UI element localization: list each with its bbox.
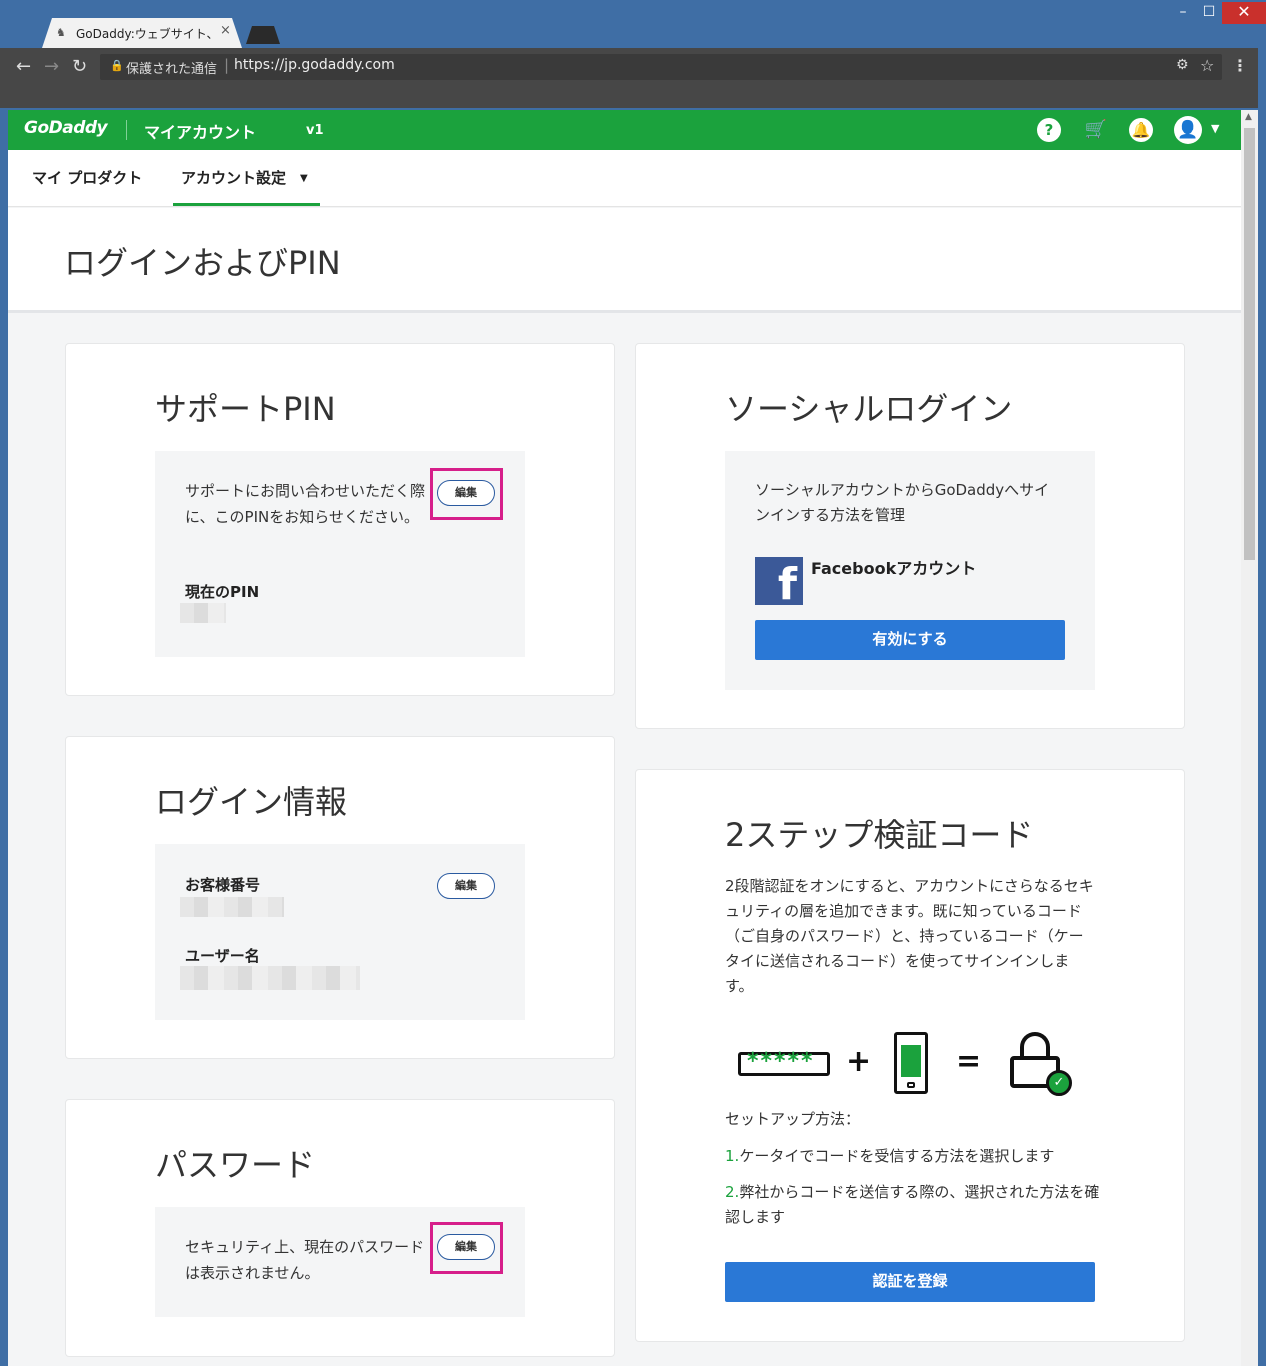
login-info-panel: お客様番号 編集 ユーザー名 bbox=[155, 844, 525, 1020]
browser-menu-icon[interactable]: ⋮ bbox=[1232, 56, 1248, 75]
support-pin-panel: サポートにお問い合わせいただく際に、このPINをお知らせください。 編集 現在の… bbox=[155, 451, 525, 657]
url-separator: | bbox=[224, 56, 230, 74]
tab-title: GoDaddy:ウェブサイト、ホ bbox=[76, 27, 216, 41]
extension-icon[interactable]: ⚙ bbox=[1176, 57, 1189, 73]
forward-arrow-icon[interactable]: → bbox=[44, 56, 59, 77]
password-panel: セキュリティ上、現在のパスワードは表示されません。 編集 bbox=[155, 1207, 525, 1317]
customer-number-label: お客様番号 bbox=[185, 876, 261, 894]
chevron-down-icon[interactable]: ▼ bbox=[300, 173, 308, 184]
password-description: セキュリティ上、現在のパスワードは表示されません。 bbox=[185, 1238, 425, 1282]
version-label: v1 bbox=[306, 123, 324, 138]
support-pin-card: サポートPIN サポートにお問い合わせいただく際に、このPINをお知らせください… bbox=[65, 343, 615, 696]
page-title-band: ログインおよびPIN bbox=[8, 208, 1241, 313]
godaddy-header: GoDaddy マイアカウント v1 ? 🛒 🔔 👤 ▼ bbox=[8, 110, 1241, 150]
nav-my-products[interactable]: マイ プロダクト bbox=[32, 167, 142, 188]
support-pin-edit-button[interactable]: 編集 bbox=[437, 480, 495, 506]
login-info-card: ログイン情報 お客様番号 編集 ユーザー名 bbox=[65, 736, 615, 1059]
active-nav-underline bbox=[173, 203, 320, 206]
padlock-check-icon: ✓ bbox=[1006, 1032, 1076, 1096]
url-text[interactable]: https://jp.godaddy.com bbox=[234, 57, 395, 73]
window-titlebar: ♞ GoDaddy:ウェブサイト、ホ × – ☐ ✕ bbox=[0, 0, 1266, 48]
browser-toolbar: ← → ↻ 🔒 保護された通信 | https://jp.godaddy.com… bbox=[0, 48, 1266, 108]
current-pin-label: 現在のPIN bbox=[185, 583, 260, 601]
password-field-illustration: ***** bbox=[738, 1049, 830, 1076]
back-arrow-icon[interactable]: ← bbox=[16, 56, 31, 77]
setup-label: セットアップ方法： bbox=[725, 1110, 861, 1128]
header-divider bbox=[126, 120, 127, 140]
secure-connection-label: 保護された通信 bbox=[126, 62, 218, 77]
minimize-button[interactable]: – bbox=[1170, 2, 1196, 24]
close-window-button[interactable]: ✕ bbox=[1222, 2, 1266, 24]
customer-number-masked-value bbox=[180, 897, 284, 917]
tab-close-icon[interactable]: × bbox=[220, 23, 231, 38]
password-card: パスワード セキュリティ上、現在のパスワードは表示されません。 編集 bbox=[65, 1099, 615, 1357]
reload-icon[interactable]: ↻ bbox=[72, 56, 87, 77]
username-masked-value bbox=[180, 966, 360, 990]
new-tab-button[interactable] bbox=[246, 26, 280, 44]
support-pin-title: サポートPIN bbox=[155, 390, 336, 428]
sub-navigation: マイ プロダクト アカウント設定 ▼ bbox=[8, 150, 1241, 207]
setup-step-1: 1.ケータイでコードを受信する方法を選択します bbox=[725, 1143, 1105, 1169]
phone-icon bbox=[894, 1032, 928, 1094]
two-step-card: 2ステップ検証コード 2段階認証をオンにすると、アカウントにさらなるセキュリティ… bbox=[635, 769, 1185, 1342]
password-title: パスワード bbox=[155, 1146, 316, 1184]
plus-sign: + bbox=[846, 1044, 872, 1079]
scroll-up-arrow-icon[interactable]: ▲ bbox=[1245, 112, 1252, 122]
current-pin-masked-value bbox=[180, 603, 226, 623]
social-login-title: ソーシャルログイン bbox=[725, 390, 1013, 428]
social-login-description: ソーシャルアカウントからGoDaddyへサインインする方法を管理 bbox=[755, 481, 1050, 524]
user-avatar-icon[interactable]: 👤 bbox=[1174, 116, 1202, 144]
user-menu-caret-icon[interactable]: ▼ bbox=[1211, 122, 1219, 135]
page-viewport: GoDaddy マイアカウント v1 ? 🛒 🔔 👤 ▼ マイ プロダクト アカ… bbox=[8, 110, 1241, 1366]
password-stars: ***** bbox=[747, 1049, 815, 1074]
maximize-button[interactable]: ☐ bbox=[1196, 2, 1222, 24]
scrollbar-thumb[interactable] bbox=[1244, 128, 1255, 560]
login-info-title: ログイン情報 bbox=[155, 783, 348, 821]
register-verification-button[interactable]: 認証を登録 bbox=[725, 1262, 1095, 1302]
facebook-icon: f bbox=[755, 557, 803, 605]
two-step-title: 2ステップ検証コード bbox=[725, 816, 1034, 854]
password-edit-button[interactable]: 編集 bbox=[437, 1234, 495, 1260]
godaddy-favicon-icon: ♞ bbox=[56, 26, 66, 39]
setup-step-2: 2.弊社からコードを送信する際の、選択された方法を確認します bbox=[725, 1180, 1101, 1230]
page-scrollbar[interactable]: ▲ bbox=[1241, 110, 1258, 1366]
cart-icon[interactable]: 🛒 bbox=[1084, 118, 1108, 142]
step-2-number: 2. bbox=[725, 1183, 740, 1201]
nav-account-settings[interactable]: アカウント設定 bbox=[181, 167, 286, 188]
username-label: ユーザー名 bbox=[185, 947, 260, 965]
step-2-text: 弊社からコードを送信する際の、選択された方法を確認します bbox=[725, 1183, 1100, 1226]
bell-icon[interactable]: 🔔 bbox=[1129, 118, 1153, 142]
my-account-link[interactable]: マイアカウント bbox=[144, 119, 256, 143]
phone-home-button bbox=[907, 1082, 915, 1088]
enable-facebook-button[interactable]: 有効にする bbox=[755, 620, 1065, 660]
check-badge-icon: ✓ bbox=[1046, 1070, 1072, 1096]
social-login-card: ソーシャルログイン ソーシャルアカウントからGoDaddyへサインインする方法を… bbox=[635, 343, 1185, 729]
step-1-text: ケータイでコードを受信する方法を選択します bbox=[739, 1147, 1055, 1165]
lock-icon: 🔒 bbox=[110, 59, 124, 72]
phone-screen bbox=[901, 1045, 921, 1077]
help-icon[interactable]: ? bbox=[1037, 118, 1061, 142]
support-pin-description: サポートにお問い合わせいただく際に、このPINをお知らせください。 bbox=[185, 482, 426, 526]
equals-sign: = bbox=[956, 1044, 982, 1079]
facebook-account-label: Facebookアカウント bbox=[811, 559, 977, 578]
browser-tab[interactable]: ♞ GoDaddy:ウェブサイト、ホ × bbox=[42, 18, 242, 48]
social-login-panel: ソーシャルアカウントからGoDaddyへサインインする方法を管理 f Faceb… bbox=[725, 451, 1095, 690]
login-info-edit-button[interactable]: 編集 bbox=[437, 873, 495, 899]
page-title: ログインおよびPIN bbox=[64, 244, 341, 282]
step-1-number: 1. bbox=[725, 1147, 740, 1165]
address-bar[interactable]: 🔒 保護された通信 | https://jp.godaddy.com ⚙ ☆ bbox=[100, 54, 1222, 80]
bookmark-star-icon[interactable]: ☆ bbox=[1200, 56, 1214, 75]
two-step-description: 2段階認証をオンにすると、アカウントにさらなるセキュリティの層を追加できます。既… bbox=[725, 877, 1094, 995]
window-right-frame bbox=[1258, 48, 1266, 1366]
godaddy-logo[interactable]: GoDaddy bbox=[24, 118, 108, 138]
